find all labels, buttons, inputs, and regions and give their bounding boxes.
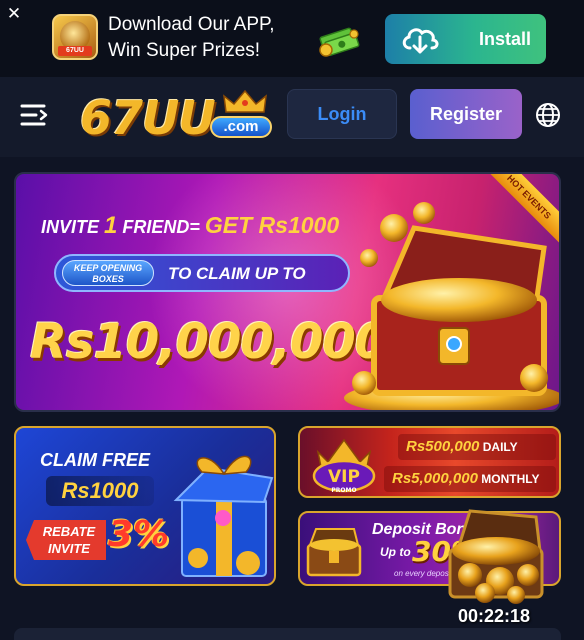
- cash-stack-icon: [319, 27, 360, 57]
- app-promo-text: Download Our APP, Win Super Prizes!: [108, 12, 275, 64]
- promo-card-claim-free[interactable]: CLAIM FREE Rs1000 REBATE INVITE 3%: [14, 426, 276, 586]
- site-header: 67UU .com Login Register: [0, 77, 584, 157]
- login-button[interactable]: Login: [287, 89, 397, 139]
- app-promo-line2: Win Super Prizes!: [108, 40, 261, 61]
- globe-icon[interactable]: [535, 102, 561, 128]
- vip-monthly: Rs5,000,000 MONTHLY: [392, 470, 540, 487]
- keep-opening-badge: KEEP OPENING BOXES: [62, 260, 154, 286]
- gift-box-image: [173, 455, 274, 577]
- claim-text: TO CLAIM UP TO: [168, 264, 306, 283]
- brand-logo[interactable]: 67UU .com: [80, 88, 276, 148]
- invite-headline: INVITE 1 FRIEND= GET Rs1000: [41, 212, 340, 239]
- crown-icon: [223, 89, 267, 113]
- chest-icon: [306, 528, 362, 577]
- rebate-percent: 3%: [108, 514, 170, 555]
- rebate-line2: INVITE: [48, 541, 90, 556]
- cloud-download-icon: [402, 28, 439, 54]
- app-logo: 67UU: [52, 14, 98, 60]
- install-button[interactable]: Install: [385, 14, 546, 64]
- hero-banner-invite[interactable]: INVITE 1 FRIEND= GET Rs1000 KEEP OPENING…: [14, 172, 561, 412]
- close-icon[interactable]: ✕: [6, 5, 22, 22]
- bottom-section-edge: [14, 628, 561, 640]
- rebate-invite-badge: REBATE INVITE 3%: [16, 514, 186, 562]
- vip-daily: Rs500,000 DAILY: [406, 438, 518, 455]
- menu-icon[interactable]: [20, 102, 48, 128]
- register-button[interactable]: Register: [410, 89, 522, 139]
- brand-name: 67UU: [80, 91, 216, 145]
- promo-card-vip[interactable]: VIP PROMO Rs500,000 DAILY Rs5,000,000 MO…: [298, 426, 561, 498]
- install-label: Install: [479, 29, 532, 49]
- claim-pill: KEEP OPENING BOXES TO CLAIM UP TO: [54, 254, 350, 292]
- rebate-line1: REBATE: [42, 524, 96, 539]
- treasure-chest-image: [344, 202, 559, 410]
- floating-treasure-widget[interactable]: [440, 505, 552, 605]
- app-download-bar: ✕ 67UU Download Our APP, Win Super Prize…: [0, 0, 584, 77]
- vip-promo-label: PROMO: [331, 487, 356, 494]
- countdown-timer: 00:22:18: [458, 606, 531, 626]
- vip-badge-icon: VIP PROMO: [312, 438, 376, 494]
- vip-label: VIP: [328, 467, 360, 487]
- deposit-up-to: Up to: [380, 545, 411, 559]
- brand-suffix: .com: [210, 116, 272, 138]
- claim-free-amount: Rs1000: [46, 476, 154, 506]
- app-promo-line1: Download Our APP,: [108, 14, 275, 35]
- claim-free-title: CLAIM FREE: [40, 450, 150, 470]
